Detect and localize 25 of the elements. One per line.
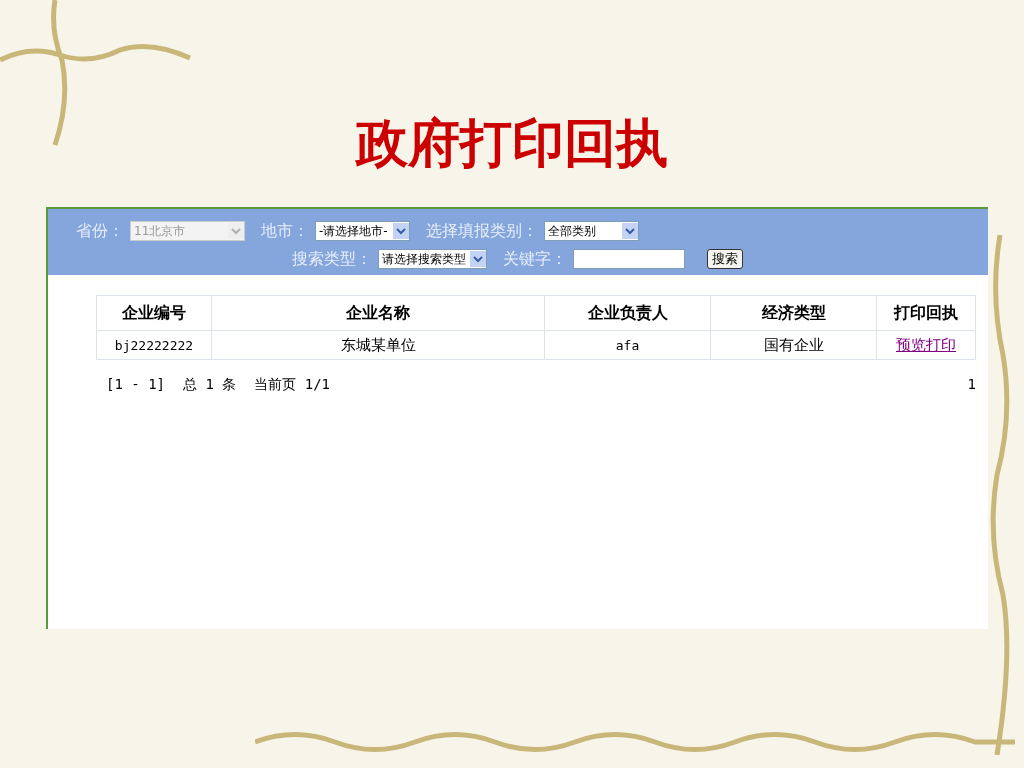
search-button[interactable]: 搜索	[707, 249, 743, 269]
column-header: 企业负责人	[544, 295, 711, 331]
table-cell: afa	[544, 330, 711, 360]
dropdown-field[interactable]: 请选择搜索类型	[378, 249, 487, 269]
page-number: 1	[967, 376, 976, 394]
pager-text: 总 1 条	[183, 376, 237, 394]
field-label: 地市：	[261, 220, 309, 242]
pager-text: [1 - 1]	[106, 376, 165, 394]
dropdown-field: 11北京市	[130, 221, 245, 241]
field-label: 搜索类型：	[292, 248, 372, 270]
field-label: 选择填报类别：	[426, 220, 538, 242]
keyword-input[interactable]	[573, 249, 685, 269]
pager-text: 当前页 1/1	[254, 376, 331, 394]
table-cell: 国有企业	[710, 330, 877, 360]
dropdown-field[interactable]: 全部类别	[544, 221, 639, 241]
column-header: 企业编号	[96, 295, 212, 331]
dropdown-field[interactable]: -请选择地市-	[315, 221, 410, 241]
field-label: 关键字：	[503, 248, 567, 270]
table-cell: 东城某单位	[211, 330, 545, 360]
column-header: 打印回执	[876, 295, 976, 331]
column-header: 经济类型	[710, 295, 877, 331]
column-header: 企业名称	[211, 295, 545, 331]
slide-title: 政府打印回执	[354, 114, 669, 174]
table-cell: bj22222222	[96, 330, 212, 360]
field-label: 省份：	[76, 220, 124, 242]
